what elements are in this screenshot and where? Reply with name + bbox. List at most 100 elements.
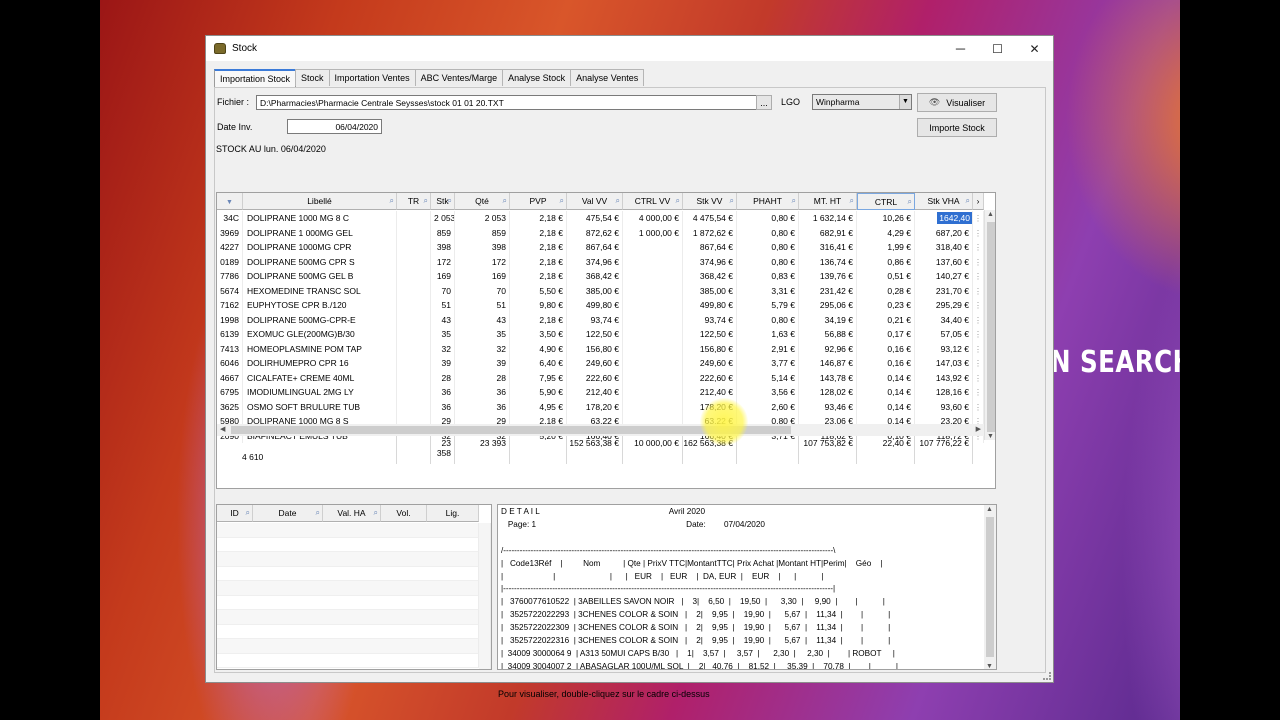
scroll-up-icon[interactable]: ▲	[987, 211, 994, 218]
grid-cell[interactable]	[397, 385, 431, 400]
tab-importation-ventes[interactable]: Importation Ventes	[328, 69, 416, 86]
grid-cell[interactable]: 92,96 €	[799, 341, 857, 356]
grid-cell[interactable]: EXOMUC GLE(200MG)B/30	[243, 327, 397, 342]
grid-cell[interactable]: 859	[431, 225, 455, 240]
grid-cell[interactable]: 385,00 €	[567, 283, 623, 298]
scroll-down-icon[interactable]: ▼	[986, 663, 993, 669]
grid-cell[interactable]: 222,60 €	[683, 370, 737, 385]
inventaire-column-val-ha[interactable]: Val. HA ⌕	[323, 505, 381, 522]
grid-cell[interactable]: 39	[455, 356, 510, 371]
row-id-cell[interactable]: 4227	[217, 240, 243, 255]
grid-cell[interactable]: 867,64 €	[567, 240, 623, 255]
scroll-down-icon[interactable]: ▼	[987, 433, 994, 440]
grid-cell[interactable]: DOLIPRANE 500MG GEL B	[243, 269, 397, 284]
grid-cell[interactable]: 7,95 €	[510, 370, 567, 385]
grid-cell[interactable]: HOMEOPLASMINE POM TAP	[243, 341, 397, 356]
grid-header-corner[interactable]: ▼	[217, 193, 243, 210]
grid-cell[interactable]: 1 872,62 €	[683, 225, 737, 240]
vertical-scrollbar[interactable]: ▲ ▼	[984, 210, 995, 440]
grid-cell[interactable]: 172	[455, 254, 510, 269]
grid-cell[interactable]: 231,70 €	[915, 283, 973, 298]
tab-analyse-ventes[interactable]: Analyse Ventes	[570, 69, 645, 86]
search-icon[interactable]: ⌕	[448, 193, 452, 209]
grid-cell[interactable]	[397, 225, 431, 240]
column-header-ctrl-vv[interactable]: CTRL VV ⌕	[623, 193, 683, 210]
grid-cell[interactable]: 249,60 €	[567, 356, 623, 371]
grid-cell[interactable]: 0,80 €	[737, 240, 799, 255]
grid-cell[interactable]: 0,16 €	[857, 356, 915, 371]
grid-cell[interactable]: 140,27 €	[915, 269, 973, 284]
grid-cell[interactable]: 169	[455, 269, 510, 284]
grid-cell[interactable]: HEXOMEDINE TRANSC SOL	[243, 283, 397, 298]
grid-cell[interactable]	[397, 341, 431, 356]
grid-cell[interactable]: 398	[431, 240, 455, 255]
grid-cell[interactable]: 0,14 €	[857, 370, 915, 385]
grid-cell[interactable]: 35	[455, 327, 510, 342]
maximize-button[interactable]: ☐	[979, 36, 1016, 61]
grid-cell[interactable]: 51	[431, 298, 455, 313]
grid-cell[interactable]: IMODIUMLINGUAL 2MG LY	[243, 385, 397, 400]
grid-cell[interactable]: 3,50 €	[510, 327, 567, 342]
grid-cell[interactable]: 687,20 €	[915, 225, 973, 240]
row-id-cell[interactable]: 1998	[217, 312, 243, 327]
search-icon[interactable]: ⌕	[730, 193, 734, 209]
grid-cell[interactable]: 385,00 €	[683, 283, 737, 298]
resize-grip[interactable]	[1043, 672, 1051, 680]
grid-cell[interactable]: 859	[455, 225, 510, 240]
grid-cell[interactable]	[397, 211, 431, 226]
scroll-up-icon[interactable]: ▲	[986, 506, 993, 513]
grid-cell[interactable]: 169	[431, 269, 455, 284]
grid-cell[interactable]	[623, 283, 683, 298]
scroll-right-icon[interactable]: ▶	[976, 425, 981, 433]
grid-cell[interactable]: 70	[455, 283, 510, 298]
grid-cell[interactable]: 172	[431, 254, 455, 269]
column-header-phaht[interactable]: PHAHT ⌕	[737, 193, 799, 210]
grid-cell[interactable]: 6,40 €	[510, 356, 567, 371]
grid-cell[interactable]: 93,46 €	[799, 399, 857, 414]
grid-cell[interactable]	[397, 283, 431, 298]
scroll-left-icon[interactable]: ◀	[220, 425, 225, 433]
grid-cell[interactable]: 0,80 €	[737, 225, 799, 240]
grid-cell[interactable]	[623, 370, 683, 385]
grid-cell[interactable]: 34,40 €	[915, 312, 973, 327]
row-id-cell[interactable]: 34C	[217, 211, 243, 226]
grid-cell[interactable]: 3,56 €	[737, 385, 799, 400]
grid-cell[interactable]: 0,23 €	[857, 298, 915, 313]
grid-cell[interactable]: 368,42 €	[683, 269, 737, 284]
grid-cell[interactable]: 475,54 €	[567, 211, 623, 226]
minimize-button[interactable]: ─	[942, 36, 979, 61]
grid-cell[interactable]: 4,95 €	[510, 399, 567, 414]
grid-cell[interactable]: 28	[455, 370, 510, 385]
grid-cell[interactable]	[623, 356, 683, 371]
grid-cell[interactable]: 231,42 €	[799, 283, 857, 298]
grid-cell[interactable]: 35	[431, 327, 455, 342]
grid-cell[interactable]: 122,50 €	[567, 327, 623, 342]
grid-cell[interactable]: 122,50 €	[683, 327, 737, 342]
grid-cell[interactable]	[397, 298, 431, 313]
row-id-cell[interactable]: 5674	[217, 283, 243, 298]
grid-cell[interactable]: 5,14 €	[737, 370, 799, 385]
inventaire-column-date[interactable]: Date ⌕	[253, 505, 323, 522]
grid-cell[interactable]: 212,40 €	[567, 385, 623, 400]
grid-cell[interactable]: 0,83 €	[737, 269, 799, 284]
grid-cell[interactable]	[397, 240, 431, 255]
grid-cell[interactable]: DOLIPRANE 1000MG CPR	[243, 240, 397, 255]
inventaire-scrollbar[interactable]	[479, 523, 491, 669]
search-icon[interactable]: ⌕	[908, 194, 912, 209]
detail-scrollbar[interactable]: ▲ ▼	[984, 505, 996, 669]
row-id-cell[interactable]: 0189	[217, 254, 243, 269]
grid-cell[interactable]: 9,80 €	[510, 298, 567, 313]
importe-stock-button[interactable]: Importe Stock	[917, 118, 997, 137]
tab-abc-ventes-marge[interactable]: ABC Ventes/Marge	[414, 69, 504, 86]
grid-cell[interactable]: 2,60 €	[737, 399, 799, 414]
grid-cell[interactable]: 499,80 €	[683, 298, 737, 313]
grid-cell[interactable]: 139,76 €	[799, 269, 857, 284]
selected-cell[interactable]: 1642,40	[937, 212, 972, 224]
grid-cell[interactable]: 143,92 €	[915, 370, 973, 385]
grid-cell[interactable]: 93,60 €	[915, 399, 973, 414]
grid-cell[interactable]: DOLIPRANE 500MG CPR S	[243, 254, 397, 269]
row-id-cell[interactable]: 6795	[217, 385, 243, 400]
column-header-qt-[interactable]: Qté ⌕	[455, 193, 510, 210]
search-icon[interactable]: ⌕	[560, 193, 564, 209]
grid-cell[interactable]: DOLIPRANE 1 000MG GEL	[243, 225, 397, 240]
